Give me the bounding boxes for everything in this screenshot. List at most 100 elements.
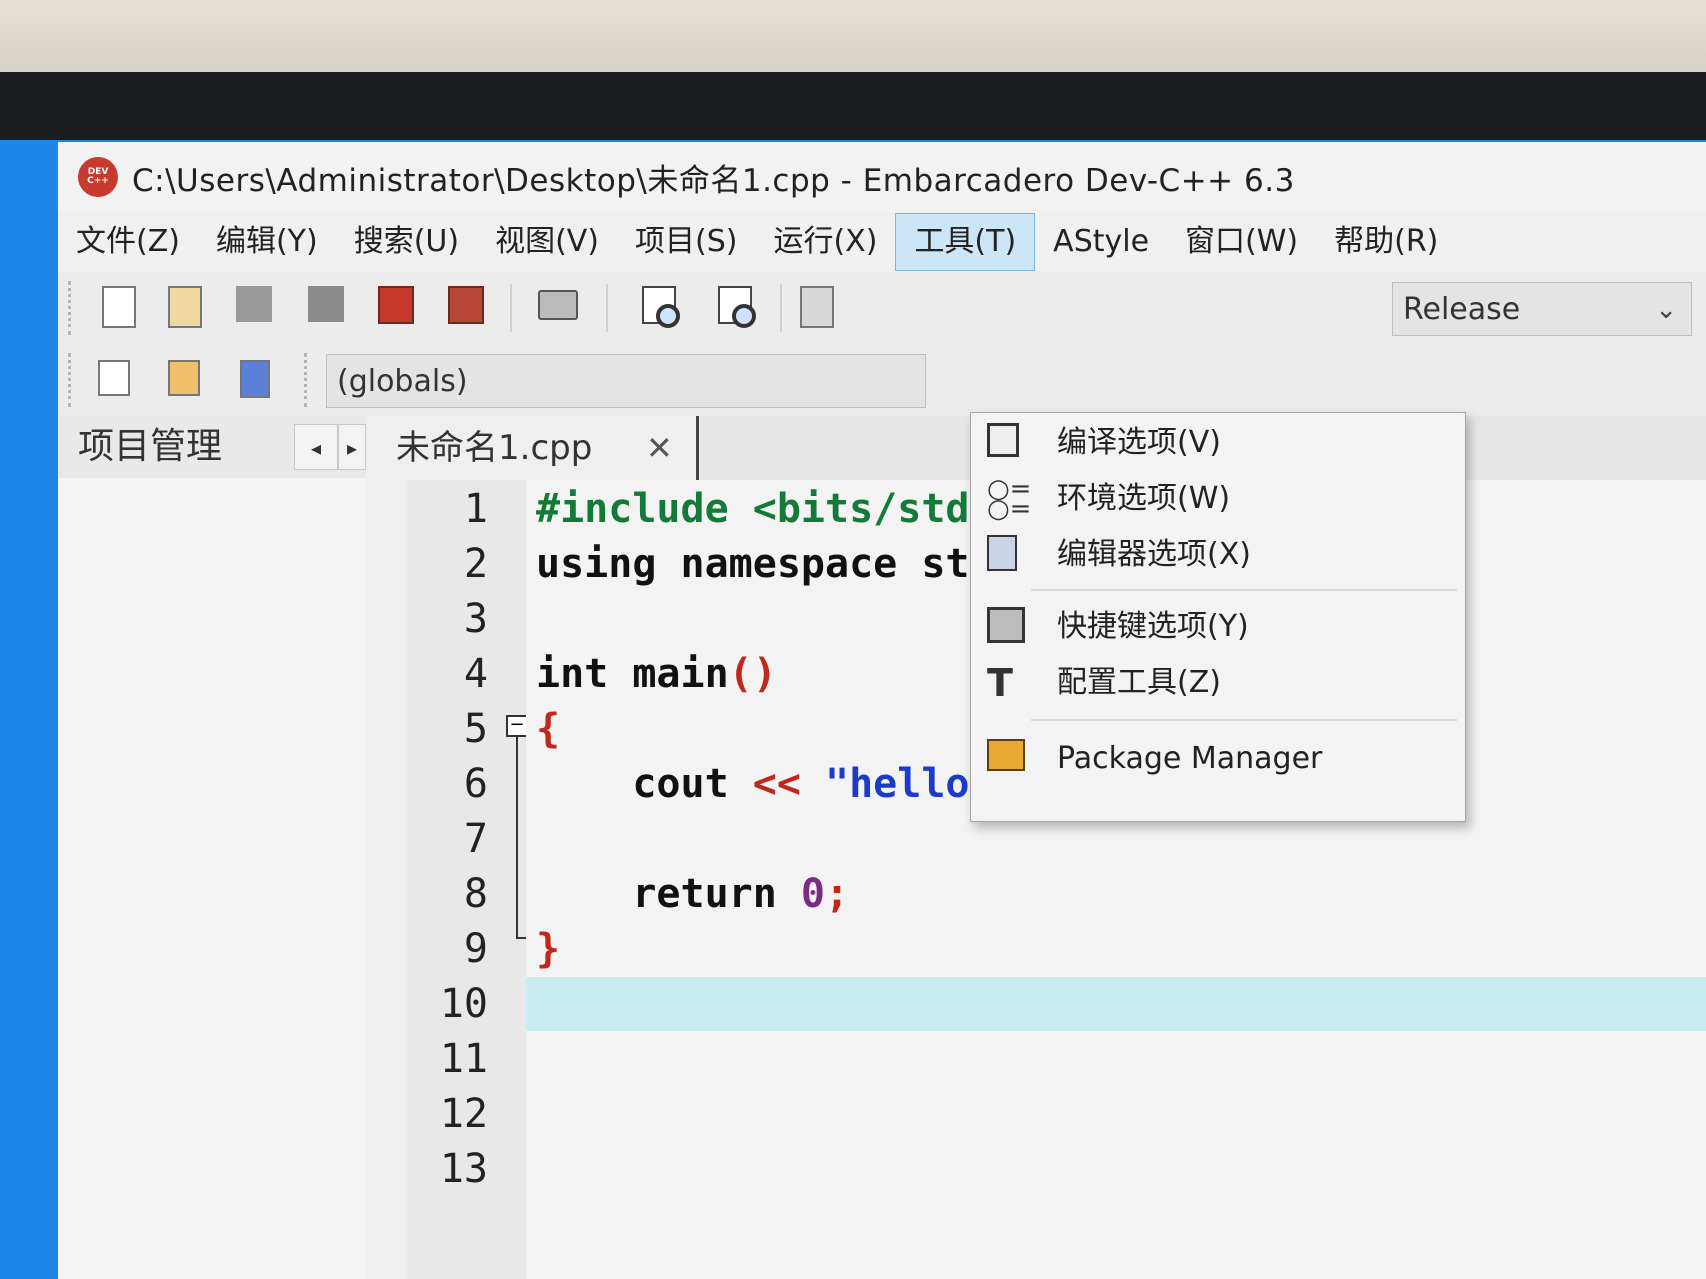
- toolbar-grip[interactable]: [68, 353, 77, 407]
- project-tree[interactable]: [58, 478, 366, 1279]
- line-number: 7: [463, 816, 488, 862]
- menu-item-environment-options[interactable]: ○= ○= 环境选项(W): [971, 471, 1465, 527]
- toolbar-grip[interactable]: [68, 281, 77, 335]
- project-panel: 项目管理 ◂ ▸: [58, 416, 367, 1279]
- menu-search[interactable]: 搜索(U): [336, 214, 477, 270]
- compile-icon: [800, 286, 834, 328]
- line-number: 10: [439, 981, 488, 1027]
- close-all-icon: [448, 286, 484, 324]
- menu-item-label: 编译选项(V): [1057, 425, 1221, 460]
- add-to-project-button[interactable]: [168, 360, 208, 402]
- current-line-highlight: [526, 977, 1706, 1031]
- line-number: 4: [463, 651, 488, 697]
- project-manager-tab[interactable]: 项目管理: [78, 416, 222, 478]
- add-icon: [168, 360, 200, 396]
- menu-bar: 文件(Z) 编辑(Y) 搜索(U) 视图(V) 项目(S) 运行(X) 工具(T…: [58, 212, 1706, 272]
- save-all-button[interactable]: [308, 286, 348, 328]
- menu-separator: [1031, 719, 1457, 721]
- bookmark-button[interactable]: [240, 360, 280, 402]
- new-file-icon: [102, 286, 136, 328]
- monitor-bezel: [0, 72, 1706, 142]
- replace-icon: [718, 286, 756, 328]
- devcpp-window: DEV C++ C:\Users\Administrator\Desktop\未…: [58, 142, 1706, 1279]
- menu-help[interactable]: 帮助(R): [1316, 214, 1456, 270]
- save-icon: [236, 286, 272, 322]
- tools-menu-dropdown: 编译选项(V) ○= ○= 环境选项(W) 编辑器选项(X) 快捷键选项(Y) T…: [970, 412, 1466, 822]
- class-toolbar: (globals): [58, 344, 1706, 417]
- line-number: 9: [463, 926, 488, 972]
- close-icon[interactable]: ✕: [646, 416, 673, 480]
- line-number: 8: [463, 871, 488, 917]
- menu-execute[interactable]: 运行(X): [755, 214, 895, 270]
- chevron-down-icon: ⌄: [1655, 295, 1677, 325]
- compiler-options-icon: [987, 423, 1019, 457]
- menu-item-label: 编辑器选项(X): [1057, 537, 1251, 572]
- menu-item-package-manager[interactable]: Package Manager: [971, 731, 1465, 787]
- chevron-left-icon: ◂: [310, 436, 322, 460]
- print-icon: [538, 290, 578, 320]
- menu-tools[interactable]: 工具(T): [895, 213, 1036, 271]
- new-file-button[interactable]: [102, 286, 142, 328]
- title-bar: DEV C++ C:\Users\Administrator\Desktop\未…: [58, 142, 1706, 212]
- compiler-select[interactable]: Release ⌄: [1392, 282, 1692, 336]
- find-icon: [642, 286, 680, 328]
- menu-item-compiler-options[interactable]: 编译选项(V): [971, 415, 1465, 471]
- goto-button[interactable]: [98, 360, 138, 402]
- menu-item-label: 快捷键选项(Y): [1057, 609, 1249, 644]
- menu-item-shortcut-options[interactable]: 快捷键选项(Y): [971, 599, 1465, 655]
- menu-item-configure-tools[interactable]: T 配置工具(Z): [971, 655, 1465, 711]
- main-toolbar: Release ⌄: [58, 272, 1706, 345]
- toolbar-separator: [606, 284, 608, 332]
- window-title: C:\Users\Administrator\Desktop\未命名1.cpp …: [132, 162, 1295, 199]
- devcpp-logo-icon: DEV C++: [78, 157, 118, 197]
- save-all-icon: [308, 286, 344, 322]
- close-file-button[interactable]: [378, 286, 418, 328]
- menu-window[interactable]: 窗口(W): [1167, 214, 1316, 270]
- open-file-icon: [168, 286, 202, 328]
- line-number: 1: [463, 486, 488, 532]
- close-all-button[interactable]: [448, 286, 488, 328]
- line-number: 2: [463, 541, 488, 587]
- menu-item-label: Package Manager: [1057, 741, 1323, 776]
- print-button[interactable]: [538, 290, 578, 332]
- line-number: 3: [463, 596, 488, 642]
- menu-astyle[interactable]: AStyle: [1035, 214, 1167, 270]
- menu-item-label: 环境选项(W): [1057, 481, 1231, 516]
- bookmark-icon: [240, 360, 270, 398]
- file-tab[interactable]: 未命名1.cpp ✕: [366, 416, 699, 480]
- line-number: 5: [463, 706, 488, 752]
- globals-select-value: (globals): [337, 364, 468, 399]
- code-line: int main(): [536, 651, 777, 697]
- shortcut-options-icon: [987, 607, 1025, 643]
- editor-options-icon: [987, 535, 1017, 571]
- menu-file[interactable]: 文件(Z): [58, 214, 198, 270]
- code-line: return 0;: [632, 871, 850, 917]
- toolbar-grip[interactable]: [304, 353, 313, 407]
- compiler-select-value: Release: [1403, 292, 1521, 327]
- menu-item-label: 配置工具(Z): [1057, 665, 1221, 700]
- hammer-icon: T: [987, 661, 1013, 705]
- menu-separator: [1031, 589, 1457, 591]
- menu-item-editor-options[interactable]: 编辑器选项(X): [971, 527, 1465, 583]
- fold-collapse-icon[interactable]: −: [506, 715, 528, 737]
- goto-icon: [98, 360, 130, 396]
- code-line: using namespace std;: [536, 541, 1018, 587]
- line-number: 12: [439, 1091, 488, 1137]
- menu-project[interactable]: 项目(S): [617, 214, 755, 270]
- open-file-button[interactable]: [168, 286, 208, 328]
- replace-button[interactable]: [718, 286, 758, 328]
- environment-options-icon: ○= ○=: [987, 474, 1032, 524]
- compile-button[interactable]: [800, 286, 840, 328]
- code-line: }: [536, 926, 561, 972]
- toolbar-separator: [510, 284, 512, 332]
- menu-edit[interactable]: 编辑(Y): [198, 214, 336, 270]
- chevron-right-icon: ▸: [346, 436, 358, 460]
- tab-scroll-left-button[interactable]: ◂: [294, 424, 338, 470]
- save-button[interactable]: [236, 286, 276, 328]
- menu-view[interactable]: 视图(V): [477, 214, 617, 270]
- find-button[interactable]: [642, 286, 682, 328]
- globals-select[interactable]: (globals): [326, 354, 926, 408]
- tab-scroll-right-button[interactable]: ▸: [338, 424, 366, 470]
- fold-guide: [516, 737, 518, 937]
- line-number-gutter: 1 2 3 4 5 6 7 8 9 10 11 12 13 −: [406, 480, 530, 1279]
